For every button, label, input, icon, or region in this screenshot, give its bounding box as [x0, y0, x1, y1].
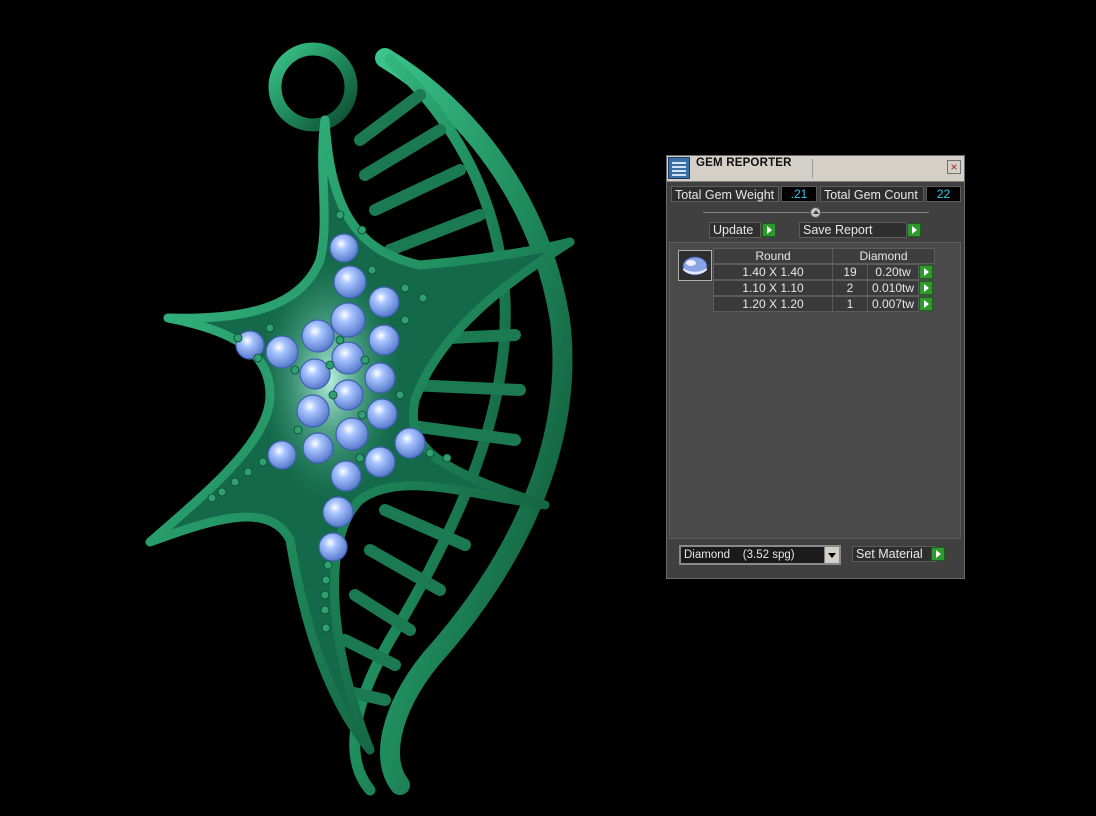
total-gem-weight-label: Total Gem Weight	[671, 186, 779, 202]
column-header-shape: Round	[713, 248, 833, 264]
save-report-play-arrow-icon[interactable]	[907, 223, 921, 237]
gem-reporter-icon	[668, 157, 690, 179]
material-dropdown-value: Diamond (3.52 spg)	[684, 549, 795, 561]
row-weight: 0.007tw	[867, 296, 919, 312]
row-weight: 0.20tw	[867, 264, 919, 280]
dropdown-arrow-icon[interactable]	[824, 547, 839, 563]
row-size: 1.10 X 1.10	[713, 280, 833, 296]
set-material-play-arrow-icon[interactable]	[931, 547, 945, 561]
total-gem-weight-value: .21	[781, 186, 817, 202]
starfish-pendant-model[interactable]	[0, 0, 700, 816]
row-select-play-arrow-icon[interactable]	[919, 265, 933, 279]
gem-list-area: Round Diamond 1.40 X 1.40 19 0.20tw 1.10…	[669, 242, 961, 539]
set-material-label: Set Material	[856, 547, 923, 561]
material-dropdown[interactable]: Diamond (3.52 spg)	[679, 545, 841, 565]
row-count: 1	[832, 296, 868, 312]
update-button[interactable]: Update	[709, 222, 761, 238]
save-report-button[interactable]: Save Report	[799, 222, 907, 238]
row-select-play-arrow-icon[interactable]	[919, 297, 933, 311]
row-size: 1.20 X 1.20	[713, 296, 833, 312]
panel-titlebar[interactable]: GEM REPORTER ×	[667, 156, 964, 182]
gem-thumbnail-icon[interactable]	[678, 250, 712, 281]
row-size: 1.40 X 1.40	[713, 264, 833, 280]
row-count: 2	[832, 280, 868, 296]
update-label: Update	[713, 223, 754, 237]
total-gem-count-value: 22	[926, 186, 961, 202]
update-play-arrow-icon[interactable]	[762, 223, 776, 237]
close-button[interactable]: ×	[947, 160, 961, 174]
panel-title: GEM REPORTER	[696, 157, 792, 169]
total-gem-count-label: Total Gem Count	[820, 186, 924, 202]
row-select-play-arrow-icon[interactable]	[919, 281, 933, 295]
save-report-label: Save Report	[803, 223, 873, 237]
row-weight: 0.010tw	[867, 280, 919, 296]
row-count: 19	[832, 264, 868, 280]
column-header-material: Diamond	[832, 248, 935, 264]
size-slider-knob[interactable]	[810, 207, 821, 218]
close-icon: ×	[950, 160, 958, 174]
gem-reporter-panel: GEM REPORTER × Total Gem Weight .21 Tota…	[666, 155, 965, 579]
set-material-button[interactable]: Set Material	[852, 546, 936, 562]
title-separator	[812, 159, 813, 178]
